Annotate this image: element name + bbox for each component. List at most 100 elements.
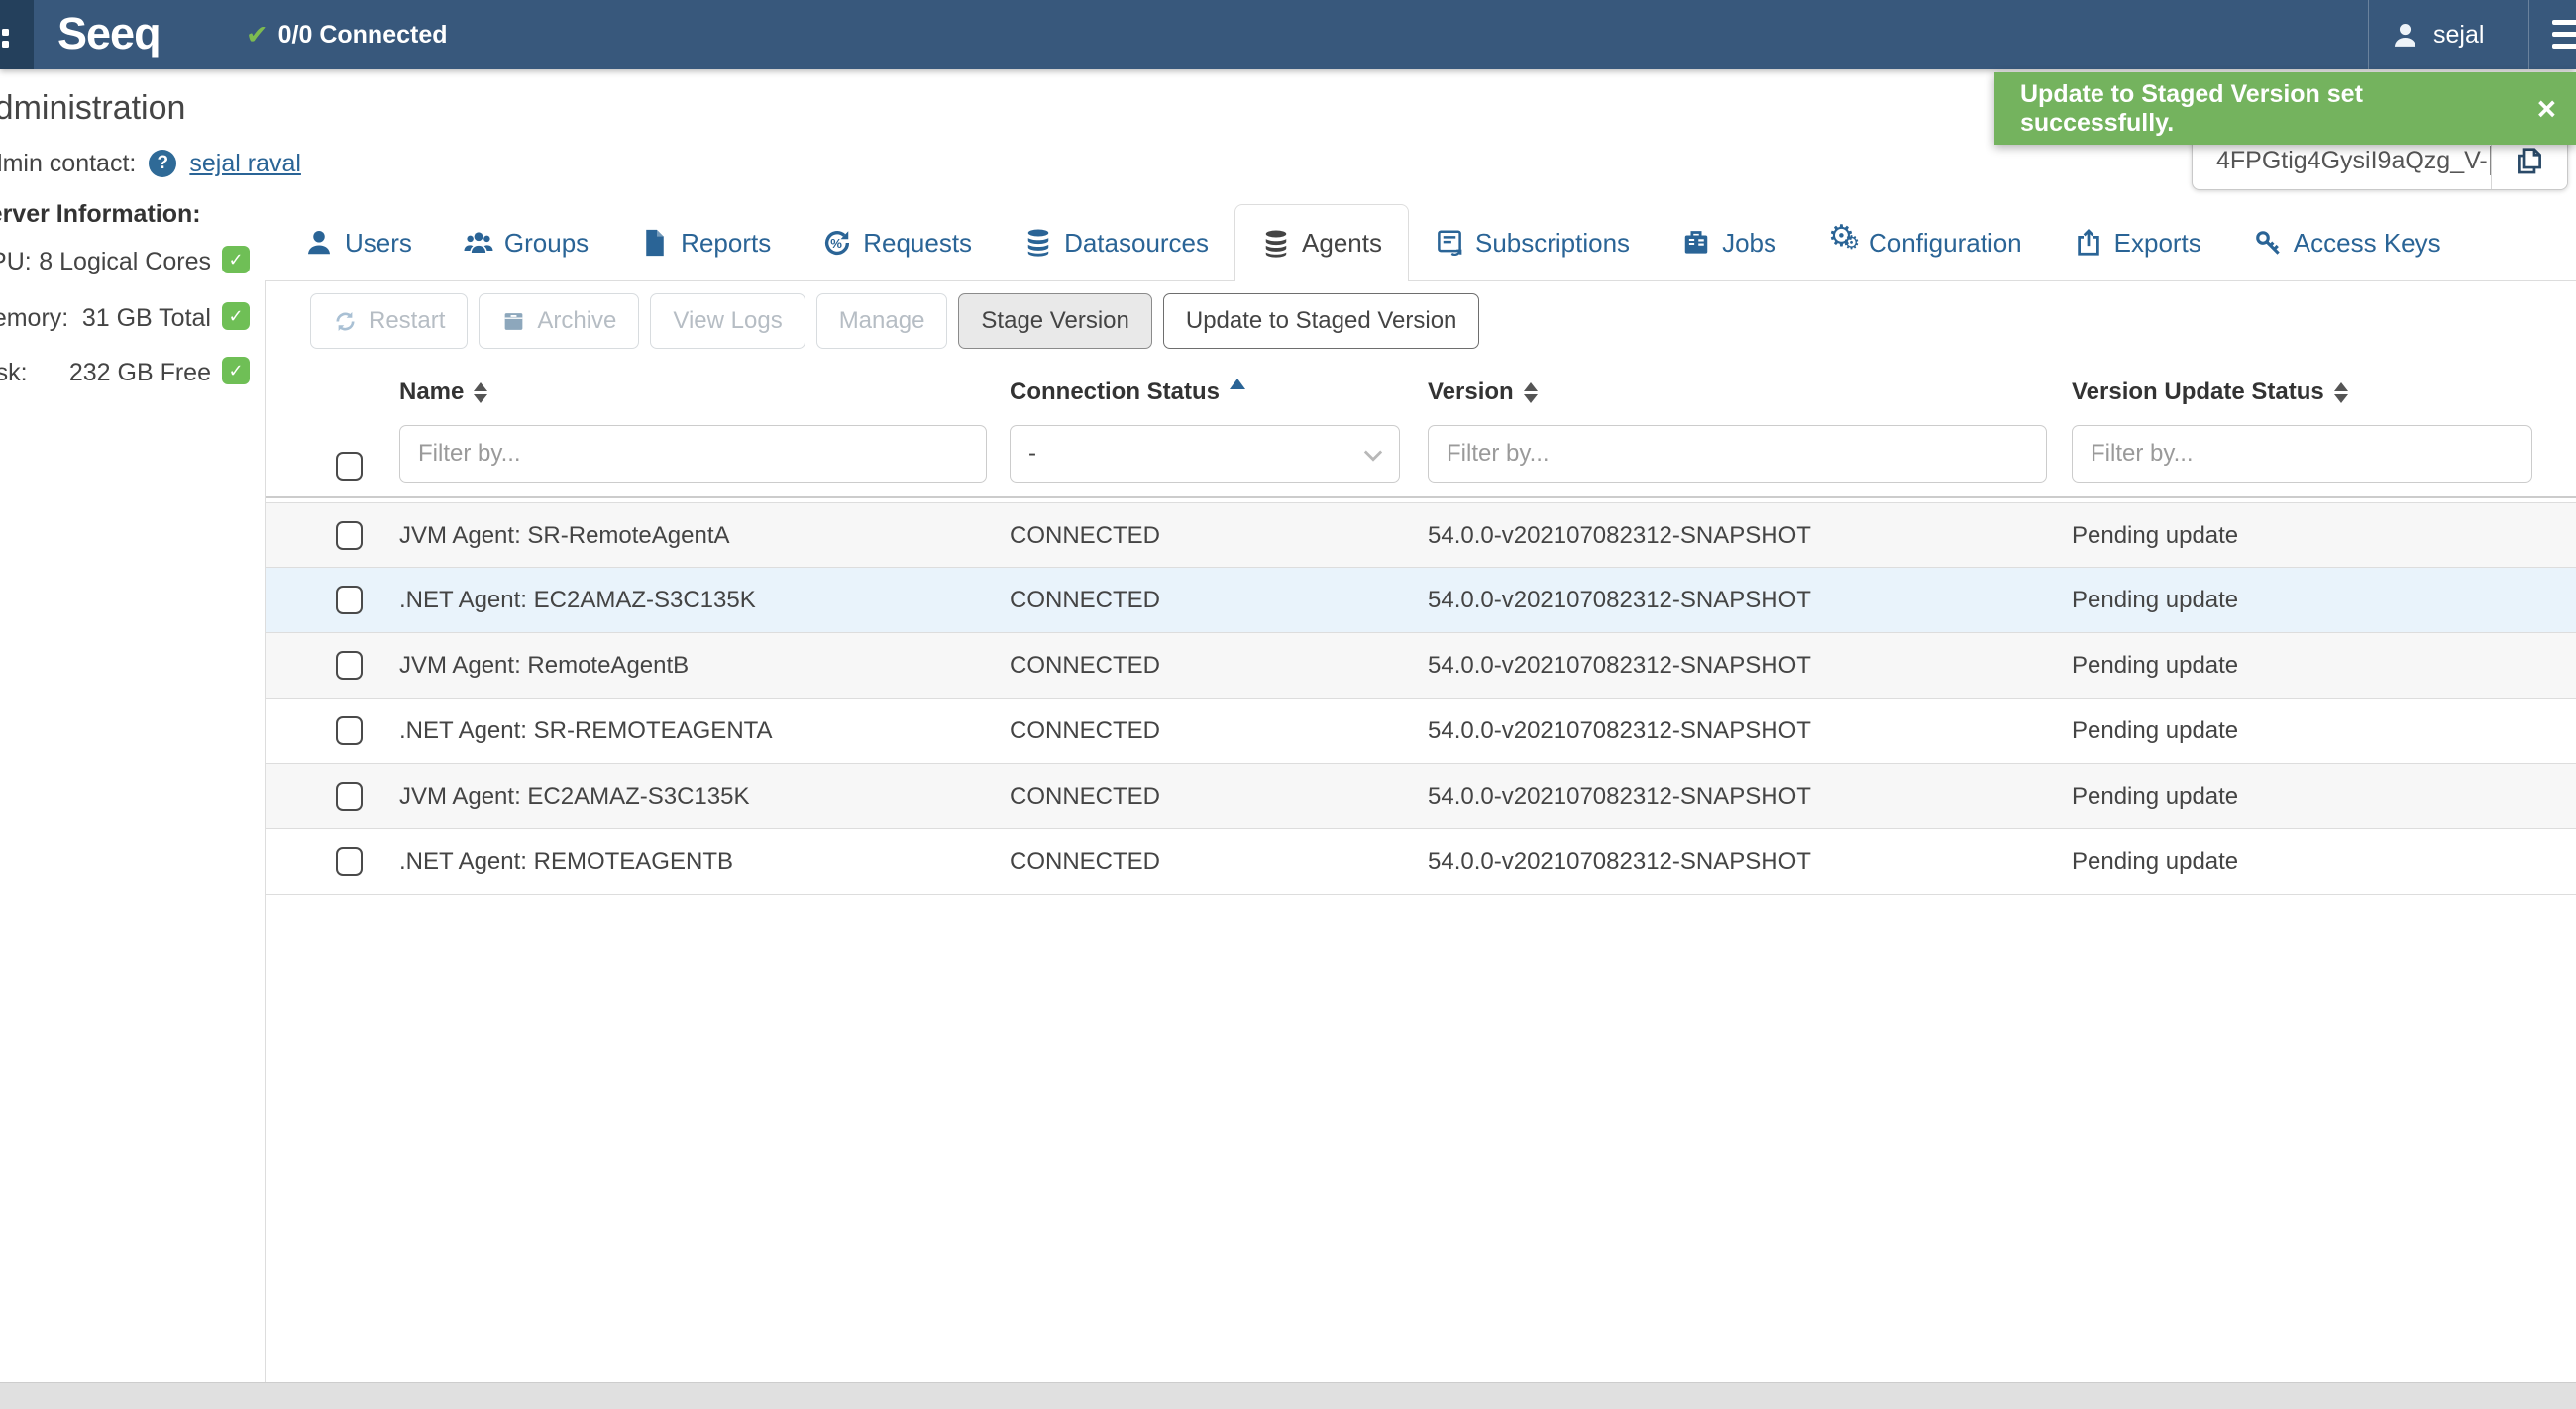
version-update-status-cell: Pending update [2072,568,2238,632]
export-icon [2074,228,2103,258]
admin-contact: Admin contact: ? sejal raval [0,147,301,180]
version-cell: 54.0.0-v202107082312-SNAPSHOT [1428,699,1811,763]
hamburger-menu-icon[interactable] [2552,20,2576,55]
tab-jobs[interactable]: Jobs [1656,204,1802,281]
server-info-row: Memory:31 GB Total✓ [0,302,289,334]
help-icon[interactable]: ? [149,150,176,177]
seeq-admin-screen: Seeq ✔ 0/0 Connected sejal Update to Sta… [0,0,2576,1409]
agent-row[interactable]: JVM Agent: EC2AMAZ-S3C135KCONNECTED54.0.… [266,764,2576,829]
manage-button[interactable]: Manage [816,293,948,349]
success-toast: Update to Staged Version set successfull… [1994,72,2576,145]
name-column-header[interactable]: Name [399,379,487,406]
page-title: Administration [0,89,185,128]
tab-requests[interactable]: % Requests [797,204,998,281]
restart-button[interactable]: Restart [310,293,468,349]
connection-status-filter-select[interactable]: - [1010,425,1400,483]
button-label: Update to Staged Version [1186,307,1457,335]
version-update-status-cell: Pending update [2072,503,2238,568]
update-to-staged-version-button[interactable]: Update to Staged Version [1163,293,1480,349]
agent-name-cell: .NET Agent: SR-REMOTEAGENTA [399,699,773,763]
agent-row[interactable]: .NET Agent: EC2AMAZ-S3C135KCONNECTED54.0… [266,568,2576,633]
people-icon [464,228,493,258]
sort-ascending-icon [1230,379,1245,389]
name-filter-input[interactable] [399,425,987,483]
tab-label: Access Keys [2294,228,2441,259]
tab-label: Requests [863,228,972,259]
tab-reports[interactable]: Reports [614,204,797,281]
version-update-status-cell: Pending update [2072,633,2238,698]
version-update-status-cell: Pending update [2072,699,2238,763]
user-menu[interactable]: sejal [2390,0,2484,69]
tab-access-keys[interactable]: Access Keys [2227,204,2467,281]
view-logs-button[interactable]: View Logs [650,293,805,349]
server-info-row: Disk:232 GB Free✓ [0,357,289,388]
tab-groups[interactable]: Groups [438,204,614,281]
select-all-checkbox[interactable] [336,452,363,481]
top-navbar: Seeq ✔ 0/0 Connected sejal [0,0,2576,69]
connection-status-cell: CONNECTED [1010,829,1160,894]
person-icon [304,228,334,258]
table-header-divider [266,496,2576,498]
agent-name-cell: JVM Agent: SR-RemoteAgentA [399,503,730,568]
history-percent-icon: % [822,228,852,258]
tab-subscriptions[interactable]: Subscriptions [1409,204,1656,281]
version-update-status-column-header[interactable]: Version Update Status [2072,379,2348,406]
agent-row[interactable]: .NET Agent: SR-REMOTEAGENTA CONNECTED 54.0… [266,699,2576,764]
ok-check-icon: ✓ [222,357,250,384]
row-checkbox[interactable] [336,586,363,614]
access-key-value: 4FPGtig4GysiI9aQzg_V- [2216,147,2488,175]
admin-tabs: UsersGroupsReports% Requests DatasourcesAg… [278,204,2467,281]
horizontal-scrollbar[interactable] [0,1382,2576,1409]
admin-contact-link[interactable]: sejal raval [189,150,301,178]
admin-contact-label: Admin contact: [0,150,136,178]
tab-label: Subscriptions [1475,228,1630,259]
connection-status-cell: CONNECTED [1010,699,1160,763]
document-icon [640,228,670,258]
version-update-status-filter-input[interactable] [2072,425,2532,483]
tab-label: Configuration [1869,228,2022,259]
database-icon [1023,228,1053,258]
stage-version-button[interactable]: Stage Version [958,293,1151,349]
sort-icon [1524,382,1538,403]
copy-icon [2513,144,2546,177]
select-value: - [1028,440,1036,468]
agents-toolbar: Restart ArchiveView LogsManageStage Versi… [310,293,1479,349]
agent-name-cell: JVM Agent: RemoteAgentB [399,633,689,698]
button-label: Restart [369,307,445,335]
archive-button[interactable]: Archive [479,293,639,349]
database-icon [1261,229,1291,259]
version-filter-input[interactable] [1428,425,2047,483]
tab-datasources[interactable]: Datasources [998,204,1234,281]
row-checkbox[interactable] [336,782,363,811]
tab-agents[interactable]: Agents [1234,204,1409,281]
subscription-list-icon [1435,228,1464,258]
agent-row[interactable]: JVM Agent: SR-RemoteAgentACONNECTED54.0.… [266,502,2576,568]
gears-icon: ⚙⚙ [1828,228,1858,258]
navbar-divider [2528,0,2529,69]
agent-row[interactable]: JVM Agent: RemoteAgentBCONNECTED54.0.0-v… [266,633,2576,699]
seeq-logo[interactable]: Seeq [57,8,161,59]
ok-check-icon: ✓ [222,246,250,273]
ok-check-icon: ✓ [222,302,250,330]
agents-panel: Restart ArchiveView LogsManageStage Versi… [265,280,2576,1382]
toast-close-icon[interactable]: × [2518,74,2576,144]
app-grid-icon[interactable] [0,0,34,69]
tab-exports[interactable]: Exports [2048,204,2227,281]
person-icon [2390,20,2420,51]
version-cell: 54.0.0-v202107082312-SNAPSHOT [1428,633,1811,698]
row-checkbox[interactable] [336,521,363,550]
agent-row[interactable]: .NET Agent: REMOTEAGENTBCONNECTED54.0.0-… [266,829,2576,895]
check-icon: ✔ [246,20,268,51]
tab-users[interactable]: Users [278,204,438,281]
connection-status-column-header[interactable]: Connection Status [1010,379,1245,406]
tab-configuration[interactable]: ⚙⚙ Configuration [1802,204,2048,281]
agents-table-body: JVM Agent: SR-RemoteAgentA CONNECTED 54.0.… [266,502,2576,895]
row-checkbox[interactable] [336,651,363,680]
connection-status: ✔ 0/0 Connected [246,0,448,69]
row-checkbox[interactable] [336,847,363,876]
agent-name-cell: .NET Agent: REMOTEAGENTB [399,829,733,894]
version-column-header[interactable]: Version [1428,379,1538,406]
version-update-status-cell: Pending update [2072,829,2238,894]
row-checkbox[interactable] [336,716,363,745]
sort-icon [474,382,487,403]
